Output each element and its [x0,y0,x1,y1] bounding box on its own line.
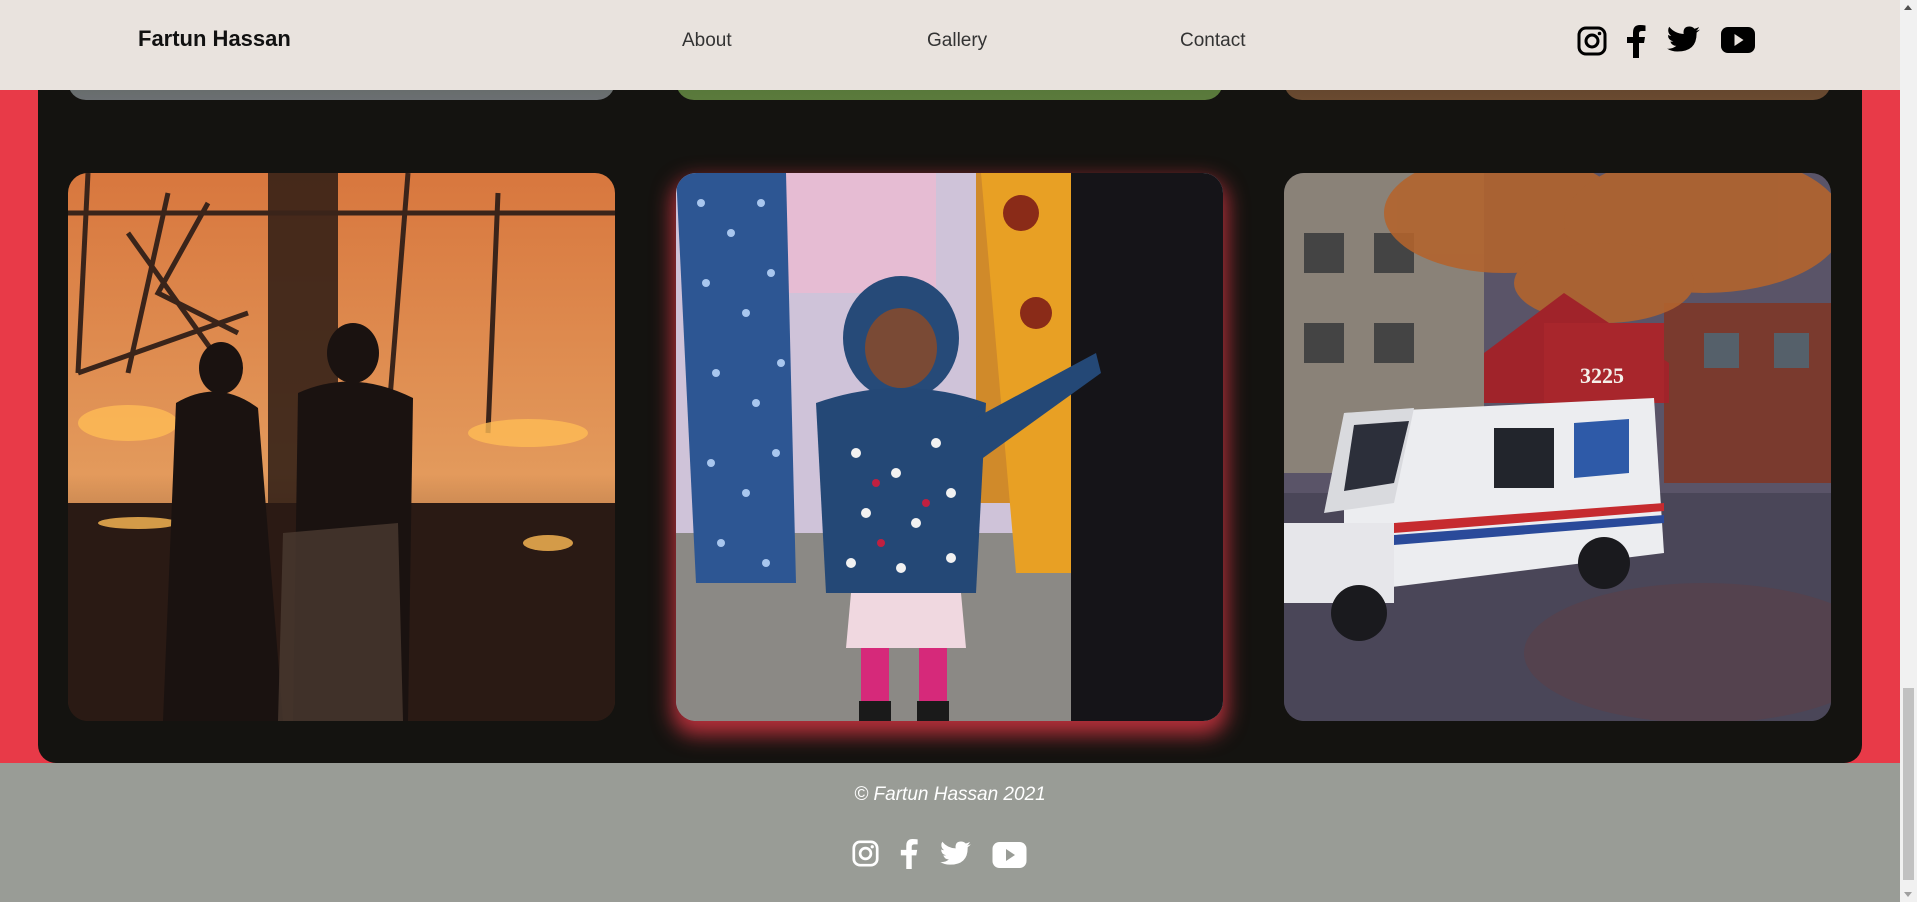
copyright-text: © Fartun Hassan 2021 [854,784,1046,805]
scroll-thumb[interactable] [1903,688,1914,880]
facebook-icon[interactable] [899,838,919,869]
youtube-icon[interactable] [992,842,1027,868]
youtube-icon[interactable] [1721,27,1755,53]
building-number: 3225 [1580,363,1624,388]
scroll-up-arrow-icon[interactable] [1904,5,1912,10]
vertical-scrollbar[interactable] [1900,0,1917,902]
gallery-panel: 3225 [38,0,1862,763]
gallery-photo-child[interactable] [676,173,1223,721]
site-header: Fartun Hassan About Gallery Contact [0,0,1900,90]
site-footer: © Fartun Hassan 2021 [0,763,1900,902]
twitter-icon[interactable] [1667,26,1701,54]
nav-gallery[interactable]: Gallery [927,30,987,52]
instagram-icon[interactable] [1577,26,1607,56]
scroll-down-arrow-icon[interactable] [1904,892,1912,897]
instagram-icon[interactable] [852,840,879,867]
site-title[interactable]: Fartun Hassan [138,26,291,52]
gallery-photo-mail-truck[interactable]: 3225 [1284,173,1831,721]
gallery-photo-fire[interactable] [68,173,615,721]
nav-contact[interactable]: Contact [1180,30,1245,52]
facebook-icon[interactable] [1625,24,1647,58]
nav-about[interactable]: About [682,30,732,52]
twitter-icon[interactable] [940,841,972,867]
